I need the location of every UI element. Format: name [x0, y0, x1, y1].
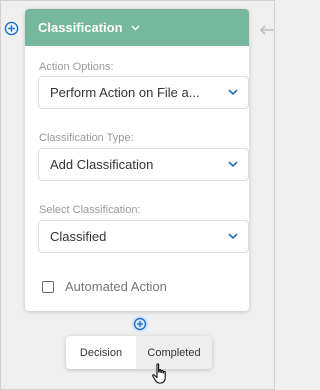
add-circle-icon[interactable]: [4, 21, 19, 36]
card-header[interactable]: Classification: [25, 9, 249, 46]
chevron-down-icon: [228, 89, 238, 96]
chevron-down-icon: [228, 233, 238, 240]
classification-card: Classification Action Options: Perform A…: [25, 9, 249, 311]
action-options-label: Action Options:: [39, 61, 114, 73]
automated-action-row[interactable]: Automated Action: [42, 279, 167, 294]
classification-type-select[interactable]: Add Classification: [38, 148, 249, 181]
classification-type-value: Add Classification: [50, 157, 154, 172]
chevron-down-icon: [228, 161, 238, 168]
card-title: Classification: [38, 20, 123, 35]
chevron-down-icon[interactable]: [131, 25, 140, 31]
step-type-popup: Decision Completed: [66, 336, 212, 369]
select-classification-value: Classified: [50, 229, 107, 244]
automated-action-checkbox[interactable]: [42, 280, 54, 293]
decision-option[interactable]: Decision: [66, 336, 136, 369]
action-options-value: Perform Action on File a...: [50, 85, 200, 100]
select-classification-select[interactable]: Classified: [38, 220, 249, 253]
select-classification-label: Select Classification:: [39, 204, 141, 216]
automated-action-label: Automated Action: [65, 279, 167, 294]
hand-pointer-icon: [152, 363, 166, 384]
completed-option[interactable]: Completed: [136, 336, 212, 369]
connector-arrow-icon: [259, 25, 274, 35]
action-options-select[interactable]: Perform Action on File a...: [38, 76, 249, 109]
add-step-icon[interactable]: [131, 315, 149, 333]
classification-type-label: Classification Type:: [39, 132, 134, 144]
